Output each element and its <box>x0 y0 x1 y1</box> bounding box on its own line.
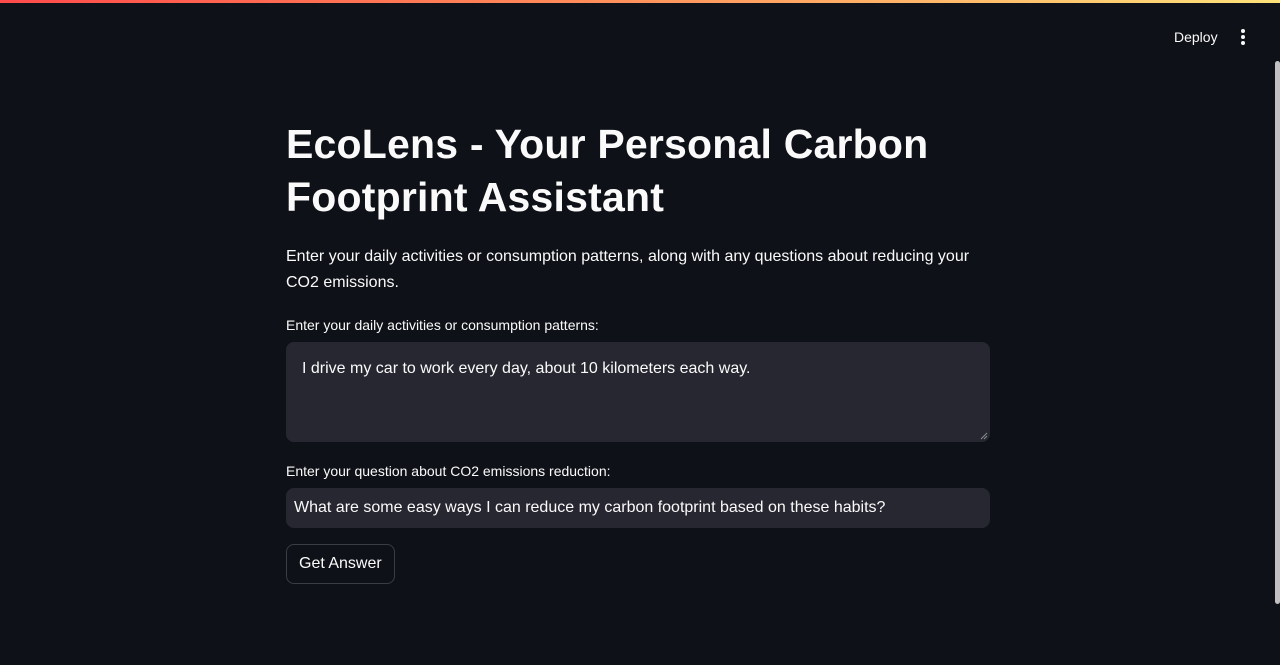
main-menu-button[interactable] <box>1230 22 1256 52</box>
resize-handle-icon[interactable] <box>980 432 988 440</box>
activities-textarea-value: I drive my car to work every day, about … <box>302 360 751 377</box>
question-input-value: What are some easy ways I can reduce my … <box>294 499 886 516</box>
app-header: Deploy <box>0 0 1280 60</box>
page-scrollbar[interactable] <box>1275 61 1280 604</box>
question-label: Enter your question about CO2 emissions … <box>286 463 611 479</box>
deploy-button[interactable]: Deploy <box>1162 22 1230 52</box>
page-description: Enter your daily activities or consumpti… <box>286 248 970 291</box>
vertical-ellipsis-icon <box>1241 29 1245 45</box>
activities-label: Enter your daily activities or consumpti… <box>286 317 599 333</box>
get-answer-button[interactable]: Get Answer <box>286 544 395 584</box>
page-title: EcoLens - Your Personal Carbon Footprint… <box>286 121 929 220</box>
activities-textarea[interactable]: I drive my car to work every day, about … <box>286 342 990 442</box>
main-content: EcoLens - Your Personal Carbon Footprint… <box>286 118 990 584</box>
question-input[interactable]: What are some easy ways I can reduce my … <box>286 488 990 528</box>
